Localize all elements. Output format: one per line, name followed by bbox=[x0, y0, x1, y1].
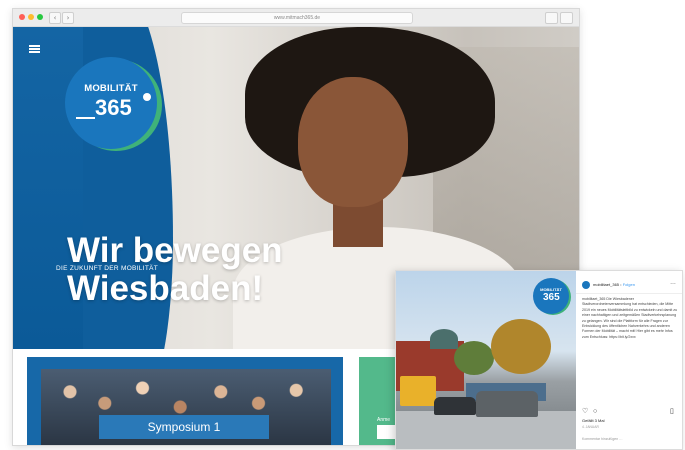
header-divider bbox=[576, 293, 682, 294]
comment-icon[interactable]: ○ bbox=[593, 407, 597, 416]
post-side-panel: mobilitaet_365 • Folgen … mobilitaet_365… bbox=[576, 271, 682, 449]
minimize-window-icon[interactable] bbox=[28, 14, 34, 20]
address-bar[interactable]: www.mitmach365.de bbox=[181, 12, 413, 24]
header-separator: • bbox=[620, 282, 622, 287]
logo-wordmark: MOBILITÄT bbox=[84, 83, 138, 94]
comment-input[interactable]: Kommentar hinzufügen … bbox=[582, 437, 623, 441]
post-logo-number: 365 bbox=[543, 292, 560, 303]
symposium-card[interactable]: Symposium 1 bbox=[27, 357, 343, 445]
post-header: mobilitaet_365 • Folgen bbox=[593, 282, 635, 287]
hero-person-face bbox=[298, 77, 408, 207]
more-options-icon[interactable]: … bbox=[670, 280, 676, 286]
forward-button[interactable]: › bbox=[62, 12, 74, 24]
post-actions: ♡ ○ ▯ bbox=[582, 407, 678, 416]
logo-underline bbox=[76, 117, 95, 119]
browser-toolbar: ‹ › www.mitmach365.de bbox=[13, 9, 579, 27]
post-caption: mobilitaet_365 Die Wiesbadener Stadtvero… bbox=[582, 297, 678, 339]
symposium-label: Symposium 1 bbox=[99, 415, 269, 439]
photo-tower bbox=[430, 329, 458, 349]
post-logo-overlay: MOBILITÄT 365 bbox=[533, 278, 569, 314]
follow-button[interactable]: Folgen bbox=[623, 282, 635, 287]
registration-card-text: Anme bbox=[377, 417, 391, 423]
instagram-post: MOBILITÄT 365 mobilitaet_365 • Folgen … … bbox=[395, 270, 683, 450]
maximize-window-icon[interactable] bbox=[37, 14, 43, 20]
photo-tree bbox=[454, 341, 494, 375]
photo-bus bbox=[400, 376, 436, 406]
photo-car bbox=[434, 397, 476, 415]
bookmark-icon[interactable]: ▯ bbox=[670, 407, 674, 416]
share-icon[interactable] bbox=[545, 12, 558, 24]
logo-number: 365 bbox=[95, 95, 132, 120]
post-photo[interactable]: MOBILITÄT 365 bbox=[396, 271, 576, 449]
heart-icon[interactable]: ♡ bbox=[582, 407, 588, 416]
site-logo[interactable]: MOBILITÄT 365 bbox=[65, 57, 157, 149]
account-avatar[interactable] bbox=[582, 281, 590, 289]
hamburger-menu-icon[interactable] bbox=[29, 45, 40, 53]
account-name[interactable]: mobilitaet_365 bbox=[593, 282, 619, 287]
likes-count: Gefällt 3 Mal bbox=[582, 418, 605, 423]
back-button[interactable]: ‹ bbox=[49, 12, 61, 24]
photo-autumn-tree bbox=[491, 319, 551, 374]
hero-headline-line2: Wiesbaden! bbox=[67, 269, 264, 308]
tabs-icon[interactable] bbox=[560, 12, 573, 24]
hero-subline: DIE ZUKUNFT DER MOBILITÄT bbox=[56, 265, 158, 272]
photo-suv bbox=[476, 391, 538, 417]
close-window-icon[interactable] bbox=[19, 14, 25, 20]
logo-dot bbox=[143, 93, 151, 101]
post-date: 4. JANUAR bbox=[582, 425, 599, 429]
